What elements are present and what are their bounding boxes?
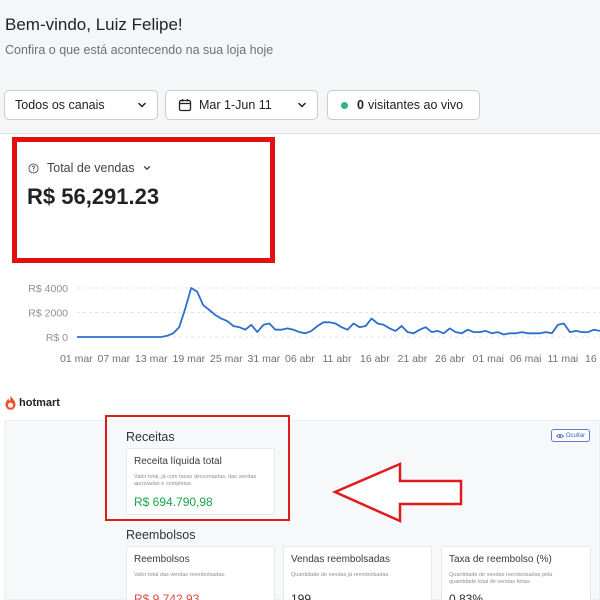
date-range-picker[interactable]: Mar 1-Jun 11 [165, 90, 318, 120]
refunded-sales-value: 199 [291, 592, 312, 600]
refund-rate-value: 0,83% [449, 592, 484, 600]
x-tick-label: 26 abr [435, 353, 465, 365]
x-tick-label: 16 [585, 353, 597, 365]
x-tick-label: 19 mar [173, 353, 206, 365]
x-tick-label: 06 abr [285, 353, 315, 365]
x-tick-label: 01 mai [473, 353, 505, 365]
refunded-sales-description: Quantidade de vendas já reembolsadas. [291, 572, 390, 578]
channels-filter-button[interactable]: Todos os canais [4, 90, 158, 120]
annotation-highlight-box [12, 137, 275, 263]
brand-name: hotmart [19, 397, 60, 409]
live-status-dot [341, 101, 348, 109]
channels-filter-label: Todos os canais [15, 98, 105, 112]
hide-values-button[interactable]: Ocultar [551, 429, 590, 442]
chevron-down-icon [138, 102, 146, 108]
x-tick-label: 25 mar [210, 353, 243, 365]
x-tick-label: 06 mai [510, 353, 542, 365]
y-tick-label: R$ 0 [46, 332, 68, 344]
hide-values-label: Ocultar [565, 432, 586, 439]
calendar-icon [178, 99, 192, 112]
annotation-arrow-icon [331, 462, 463, 523]
sales-line-chart: R$ 0 R$ 2000 R$ 4000 01 mar 07 mar 13 mar 19 m… [28, 283, 600, 365]
eye-icon [555, 433, 564, 438]
x-tick-label: 11 mai [548, 353, 579, 365]
x-tick-label: 16 abr [360, 353, 390, 365]
y-tick-label: R$ 4000 [28, 283, 68, 295]
date-range-label: Mar 1-Jun 11 [199, 98, 272, 112]
refunds-value: R$ 9.742,93 [134, 592, 200, 600]
x-tick-label: 21 abr [398, 353, 428, 365]
chevron-down-icon [298, 102, 306, 108]
refunds-description: Valor total das vendas reembolsadas. [134, 572, 226, 578]
x-tick-label: 13 mar [135, 353, 168, 365]
x-tick-label: 11 abr [323, 353, 352, 365]
live-visitors-count: 0 [357, 98, 364, 112]
x-tick-label: 07 mar [98, 353, 131, 365]
refund-rate-description: Quantidade de vendas reembolsadas pela q… [449, 572, 553, 586]
page-subtitle: Confira o que está acontecendo na sua lo… [5, 43, 274, 57]
refunded-sales-title: Vendas reembolsadas [291, 554, 390, 565]
refunds-card: Reembolsos Valor total das vendas reembo… [126, 546, 275, 600]
live-visitors-label: visitantes ao vivo [367, 98, 464, 112]
hotmart-logo: hotmart [4, 395, 60, 411]
x-tick-label: 31 mar [248, 353, 281, 365]
refund-rate-title: Taxa de reembolso (%) [449, 554, 552, 565]
refunds-title: Reembolsos [134, 554, 190, 565]
live-visitors-button[interactable]: 0 visitantes ao vivo [327, 90, 480, 120]
refund-rate-card: Taxa de reembolso (%) Quantidade de vend… [441, 546, 591, 600]
page-title: Bem-vindo, Luiz Felipe! [5, 15, 183, 34]
flame-icon [5, 395, 16, 410]
x-tick-label: 01 mar [60, 353, 93, 365]
y-tick-label: R$ 2000 [28, 308, 68, 320]
annotation-red-box [105, 415, 290, 521]
refunded-sales-card: Vendas reembolsadas Quantidade de vendas… [283, 546, 432, 600]
reembolsos-section-title: Reembolsos [126, 528, 196, 542]
